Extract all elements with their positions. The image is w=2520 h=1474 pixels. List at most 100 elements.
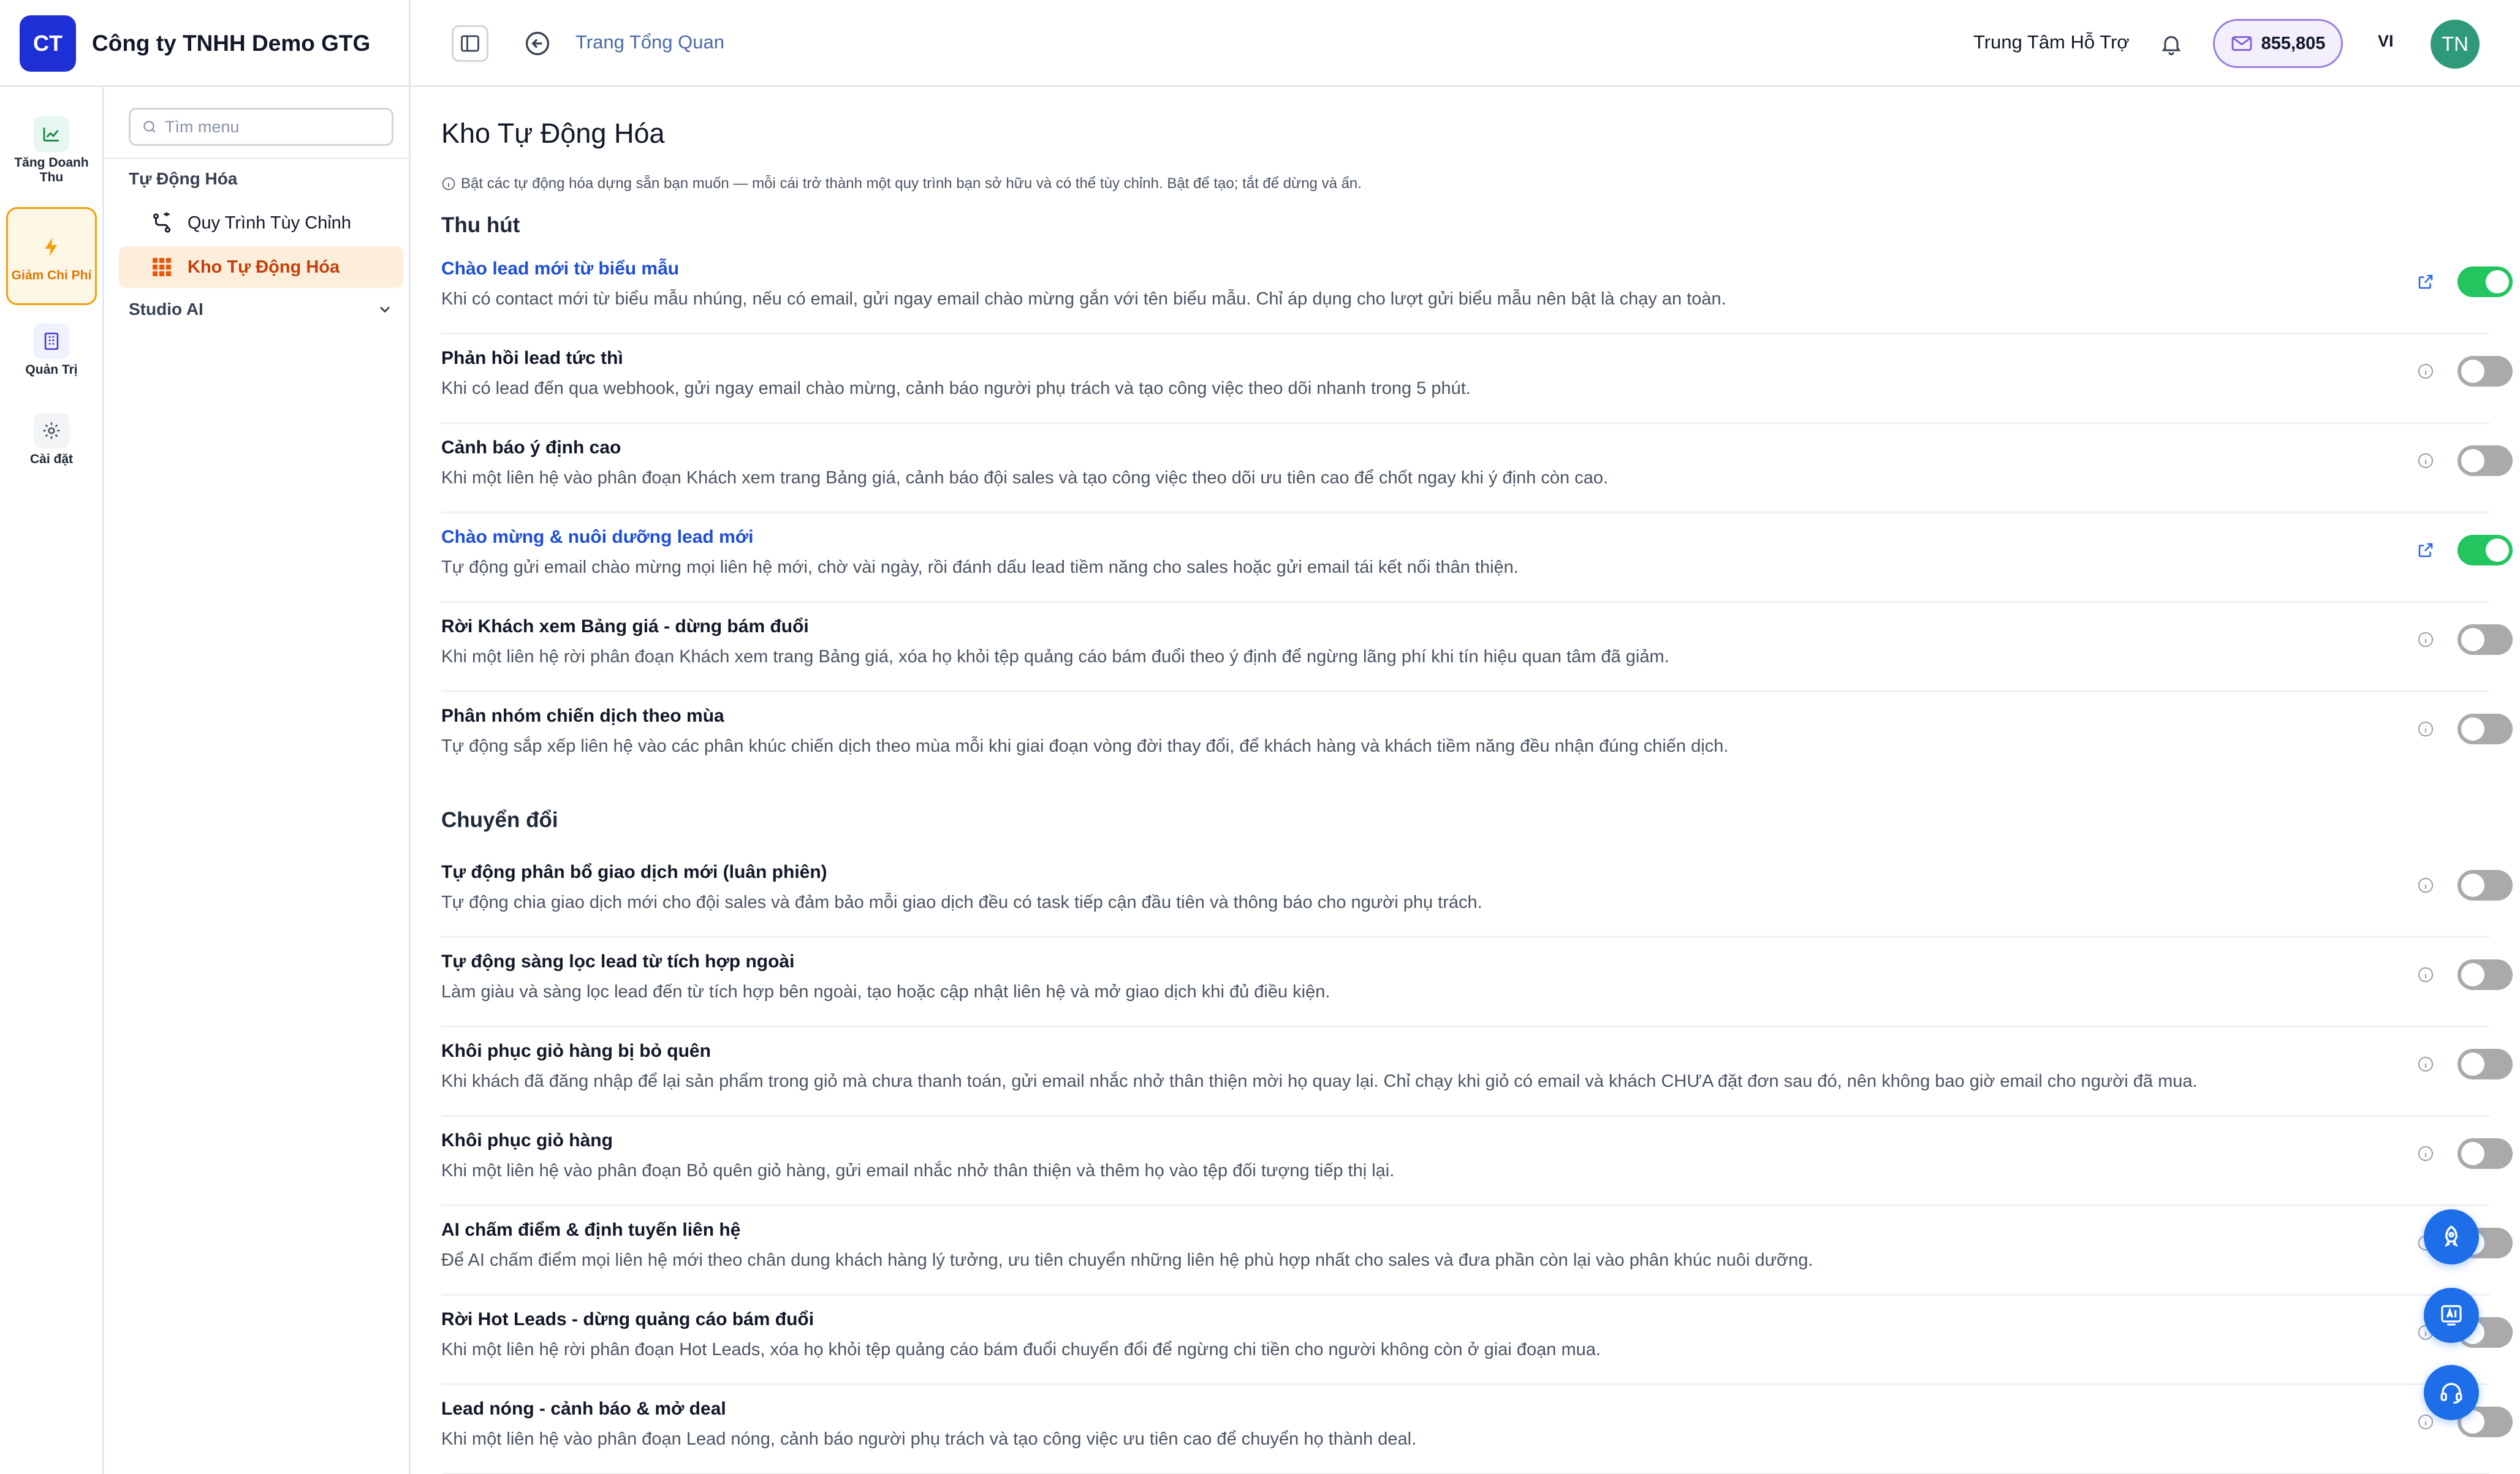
automation-row: Khôi phục giỏ hàng Khi một liên hệ vào p… xyxy=(441,1117,2513,1206)
automation-row: Phản hồi lead tức thì Khi có lead đến qu… xyxy=(441,334,2513,424)
envelope-icon xyxy=(2231,36,2252,51)
automation-toggle[interactable] xyxy=(2457,870,2513,901)
automation-description: Tự động gửi email chào mừng mọi liên hệ … xyxy=(441,557,1519,577)
module-rail: Tăng Doanh Thu Giảm Chi Phí Quản Trị Cài… xyxy=(0,87,104,1474)
details-button[interactable] xyxy=(2415,874,2437,896)
automation-description: Tự động sắp xếp liên hệ vào các phân khú… xyxy=(441,736,1729,756)
menu-divider xyxy=(104,157,409,159)
menu-search-input[interactable] xyxy=(164,116,387,137)
info-icon xyxy=(2418,363,2434,379)
automation-description: Tự động chia giao dịch mới cho đội sales… xyxy=(441,893,1482,912)
rail-label: Tăng Doanh Thu xyxy=(14,156,89,184)
sidebar-toggle-button[interactable] xyxy=(452,25,488,62)
automation-row: AI chấm điểm & định tuyến liên hệ Để AI … xyxy=(441,1206,2513,1296)
automation-title: AI chấm điểm & định tuyến liên hệ xyxy=(441,1220,741,1240)
rail-label: Cài đặt xyxy=(29,452,73,466)
open-workflow-button[interactable] xyxy=(2415,539,2437,561)
automation-title: Phản hồi lead tức thì xyxy=(441,348,623,368)
details-button[interactable] xyxy=(2415,360,2437,382)
automation-description: Khi có contact mới từ biểu mẫu nhúng, nế… xyxy=(441,289,1726,309)
automation-row: Chào lead mới từ biểu mẫu Khi có contact… xyxy=(441,245,2513,334)
automation-title: Rời Hot Leads - dừng quảng cáo bám đuổi xyxy=(441,1309,814,1329)
automation-toggle[interactable] xyxy=(2457,624,2513,655)
details-button[interactable] xyxy=(2415,450,2437,472)
menu-item-automation-library[interactable]: Kho Tự Động Hóa xyxy=(119,246,403,288)
info-icon xyxy=(2418,632,2434,648)
rail-item-settings[interactable]: Cài đặt xyxy=(6,413,97,467)
automation-toggle[interactable] xyxy=(2457,535,2513,565)
lightning-icon xyxy=(34,229,69,265)
automation-row: Rời Hot Leads - dừng quảng cáo bám đuổi … xyxy=(441,1296,2513,1385)
automation-row: Tự động sàng lọc lead từ tích hợp ngoài … xyxy=(441,938,2513,1027)
menu-group-automation[interactable]: Tự Động Hóa xyxy=(129,169,237,189)
user-avatar[interactable]: TN xyxy=(2431,20,2480,69)
automation-toggle[interactable] xyxy=(2457,1138,2513,1169)
company-logo: CT xyxy=(20,15,76,72)
ai-assistant-fab-button[interactable] xyxy=(2424,1288,2479,1343)
launch-fab-button[interactable] xyxy=(2424,1209,2479,1264)
details-button[interactable] xyxy=(2415,1143,2437,1165)
automation-title: Rời Khách xem Bảng giá - dừng bám đuổi xyxy=(441,616,809,637)
automation-toggle[interactable] xyxy=(2457,266,2513,297)
top-header: CT Công ty TNHH Demo GTG Trang Tổng Quan… xyxy=(0,0,2520,87)
automation-title[interactable]: Chào lead mới từ biểu mẫu xyxy=(441,259,679,279)
building-icon xyxy=(34,323,69,359)
info-icon xyxy=(2418,1146,2434,1162)
automation-title: Khôi phục giỏ hàng bị bỏ quên xyxy=(441,1041,711,1061)
info-icon xyxy=(2418,721,2434,737)
automation-toggle[interactable] xyxy=(2457,1049,2513,1079)
search-icon xyxy=(143,121,156,133)
rail-item-admin[interactable]: Quản Trị xyxy=(6,323,97,377)
automation-description: Khi một liên hệ rời phân đoạn Hot Leads,… xyxy=(441,1340,1601,1359)
module-menu: Tự Động Hóa Quy Trình Tùy Chỉnh Kho Tự Đ… xyxy=(104,87,411,1474)
bell-icon xyxy=(2161,36,2181,56)
language-switcher[interactable]: VI xyxy=(2378,32,2394,51)
external-link-icon xyxy=(2418,274,2433,289)
ai-assistant-icon xyxy=(2441,1305,2462,1326)
info-icon xyxy=(2418,877,2434,893)
back-button[interactable] xyxy=(519,25,556,62)
automation-toggle[interactable] xyxy=(2457,445,2513,476)
automation-title[interactable]: Chào mừng & nuôi dưỡng lead mới xyxy=(441,527,753,548)
details-button[interactable] xyxy=(2415,629,2437,651)
gear-icon xyxy=(34,413,69,448)
menu-group-studio-ai[interactable]: Studio AI xyxy=(129,300,393,319)
support-center-link[interactable]: Trung Tâm Hỗ Trợ xyxy=(1973,31,2130,53)
details-button[interactable] xyxy=(2415,718,2437,740)
page-description: Bật các tự động hóa dựng sẵn bạn muốn — … xyxy=(441,175,1362,192)
automation-toggle[interactable] xyxy=(2457,356,2513,387)
automation-title: Cảnh báo ý định cao xyxy=(441,437,621,458)
automation-description: Khi khách đã đăng nhập để lại sản phẩm t… xyxy=(441,1071,2198,1091)
section-title-convert: Chuyển đổi xyxy=(441,808,558,832)
menu-item-custom-workflow[interactable]: Quy Trình Tùy Chỉnh xyxy=(119,202,403,244)
open-workflow-button[interactable] xyxy=(2415,271,2437,293)
automation-toggle[interactable] xyxy=(2457,714,2513,744)
external-link-icon xyxy=(2418,543,2433,557)
headset-icon xyxy=(2440,1383,2462,1404)
notifications-button[interactable] xyxy=(2154,27,2188,61)
rail-item-cost-reduction[interactable]: Giảm Chi Phí xyxy=(6,207,97,305)
details-button[interactable] xyxy=(2415,964,2437,986)
automation-row: Cảnh báo ý định cao Khi một liên hệ vào … xyxy=(441,424,2513,513)
workflow-icon xyxy=(150,211,174,235)
automation-description: Khi một liên hệ rời phân đoạn Khách xem … xyxy=(441,647,1669,667)
automation-title: Khôi phục giỏ hàng xyxy=(441,1130,613,1151)
breadcrumb-home-link[interactable]: Trang Tổng Quan xyxy=(575,31,724,53)
details-button[interactable] xyxy=(2415,1411,2437,1433)
rail-item-revenue[interactable]: Tăng Doanh Thu xyxy=(6,116,97,185)
info-icon xyxy=(2418,967,2434,983)
automation-row: Rời Khách xem Bảng giá - dừng bám đuổi K… xyxy=(441,603,2513,692)
rail-label: Giảm Chi Phí xyxy=(11,268,92,282)
support-chat-fab-button[interactable] xyxy=(2424,1365,2479,1420)
details-button[interactable] xyxy=(2415,1053,2437,1075)
automation-toggle[interactable] xyxy=(2457,959,2513,990)
sidebar-panel-icon xyxy=(461,35,479,52)
automation-title: Phân nhóm chiến dịch theo mùa xyxy=(441,706,724,726)
credits-balance-button[interactable]: 855,805 xyxy=(2213,19,2343,68)
menu-item-label: Kho Tự Động Hóa xyxy=(188,257,340,277)
section-title-attract: Thu hút xyxy=(441,213,520,237)
automation-description: Khi một liên hệ vào phân đoạn Lead nóng,… xyxy=(441,1429,1417,1449)
company-switcher[interactable]: CT Công ty TNHH Demo GTG xyxy=(0,0,411,87)
chevron-down-icon xyxy=(380,306,390,313)
app-root: CT Công ty TNHH Demo GTG Trang Tổng Quan… xyxy=(0,0,2520,1474)
